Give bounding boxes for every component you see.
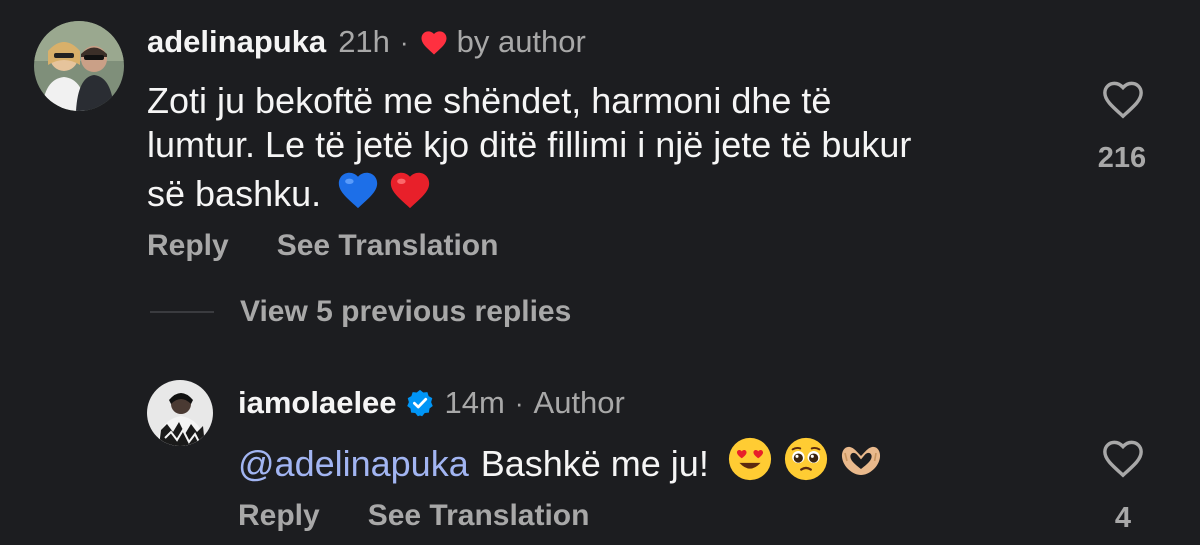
comment-like-count-wrap: 216 xyxy=(1090,142,1154,175)
heart-hands-emoji xyxy=(837,439,885,489)
reply-button[interactable]: Reply xyxy=(238,499,320,533)
reply-actions: Reply See Translation xyxy=(238,499,589,533)
comment-like-count: 216 xyxy=(1097,142,1147,174)
reply-like-count: 4 xyxy=(1114,502,1132,534)
comment-like xyxy=(1098,78,1148,125)
red-heart-emoji xyxy=(387,167,433,221)
reply-like-count-wrap: 4 xyxy=(1098,502,1148,535)
reply-button[interactable]: Reply xyxy=(147,229,229,263)
comment-body: Zoti ju bekoftë me shëndet, harmoni dhe … xyxy=(147,79,911,221)
comment-header: adelinapuka 21h · by author xyxy=(147,24,586,60)
liked-by-author-label: by author xyxy=(456,24,586,59)
author-badge: Author xyxy=(533,385,625,420)
heart-filled-icon xyxy=(419,28,449,56)
avatar-adelinapuka[interactable] xyxy=(34,21,124,111)
reply-timestamp: 14m xyxy=(444,385,505,420)
verified-badge-icon xyxy=(405,388,435,418)
reply-body: @adelinapuka Bashkë me ju! xyxy=(238,436,885,492)
replies-divider-line xyxy=(150,311,214,313)
reply-like xyxy=(1098,437,1148,484)
separator-dot: · xyxy=(514,387,524,418)
pleading-face-emoji xyxy=(783,436,829,492)
comment-actions: Reply See Translation xyxy=(147,229,498,263)
heart-eyes-emoji xyxy=(727,436,773,492)
comment-username[interactable]: adelinapuka xyxy=(147,24,326,60)
comments-thread: adelinapuka 21h · by author Zoti ju beko… xyxy=(0,0,1200,545)
avatar-iamolaelee[interactable] xyxy=(147,380,213,446)
separator-dot: · xyxy=(399,26,409,57)
reply-header: iamolaelee 14m · Author xyxy=(238,385,625,421)
comment-text-line-2: lumtur. Le të jetë kjo ditë fillimi i nj… xyxy=(147,124,912,165)
view-replies-label[interactable]: View 5 previous replies xyxy=(240,295,571,329)
mention-link[interactable]: @adelinapuka xyxy=(238,442,469,486)
comment-timestamp: 21h xyxy=(338,24,390,59)
see-translation-button[interactable]: See Translation xyxy=(277,229,499,263)
heart-outline-icon[interactable] xyxy=(1100,437,1146,484)
comment-text-line-3: së bashku. xyxy=(147,173,322,214)
reply-username[interactable]: iamolaelee xyxy=(238,385,397,421)
comment-text-line-1: Zoti ju bekoftë me shëndet, harmoni dhe … xyxy=(147,80,832,121)
see-translation-button[interactable]: See Translation xyxy=(368,499,590,533)
view-previous-replies[interactable]: View 5 previous replies xyxy=(150,295,571,329)
reply-text: Bashkë me ju! xyxy=(480,443,709,484)
heart-outline-icon[interactable] xyxy=(1100,78,1146,125)
blue-heart-emoji xyxy=(335,167,381,221)
